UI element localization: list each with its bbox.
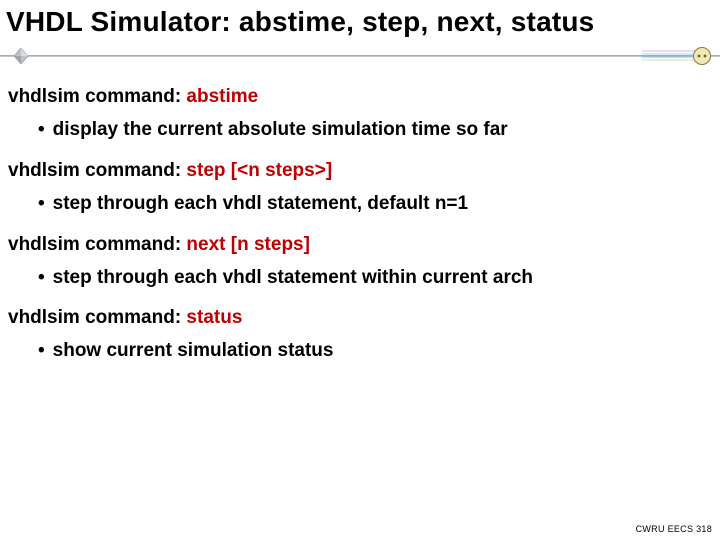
cmd-keyword: step [186, 160, 225, 181]
slide-title: VHDL Simulator: abstime, step, next, sta… [0, 0, 720, 42]
bullet-icon: • [38, 339, 45, 363]
bullet-row: • display the current absolute simulatio… [38, 118, 712, 142]
bullet-text: step through each vhdl statement within … [53, 266, 712, 290]
cmd-status: vhdlsim command: status [8, 307, 712, 329]
bullet-icon: • [38, 118, 45, 142]
ornament-left-icon [6, 46, 36, 66]
slide: VHDL Simulator: abstime, step, next, sta… [0, 0, 720, 540]
bullet-row: • show current simulation status [38, 339, 712, 363]
cmd-prefix: vhdlsim command: [8, 86, 186, 107]
footer-text: CWRU EECS 318 [636, 524, 712, 534]
bullet-text: display the current absolute simulation … [53, 118, 712, 142]
cmd-keyword: abstime [186, 86, 258, 107]
cmd-prefix: vhdlsim command: [8, 160, 186, 181]
bullet-icon: • [38, 266, 45, 290]
cmd-abstime: vhdlsim command: abstime [8, 86, 712, 108]
bullet-icon: • [38, 192, 45, 216]
cmd-next: vhdlsim command: next [n steps] [8, 234, 712, 256]
cmd-args: [<n steps>] [226, 160, 333, 181]
cmd-step: vhdlsim command: step [<n steps>] [8, 160, 712, 182]
cmd-args: [n steps] [226, 234, 310, 255]
content: vhdlsim command: abstime • display the c… [0, 86, 720, 363]
cmd-keyword: next [186, 234, 225, 255]
divider-line [0, 55, 720, 57]
bullet-row: • step through each vhdl statement withi… [38, 266, 712, 290]
cmd-prefix: vhdlsim command: [8, 307, 186, 328]
cmd-keyword: status [186, 307, 242, 328]
cmd-prefix: vhdlsim command: [8, 234, 186, 255]
divider [0, 44, 720, 68]
bullet-text: show current simulation status [53, 339, 712, 363]
bullet-row: • step through each vhdl statement, defa… [38, 192, 712, 216]
bullet-text: step through each vhdl statement, defaul… [53, 192, 712, 216]
ornament-right-icon [642, 46, 712, 66]
